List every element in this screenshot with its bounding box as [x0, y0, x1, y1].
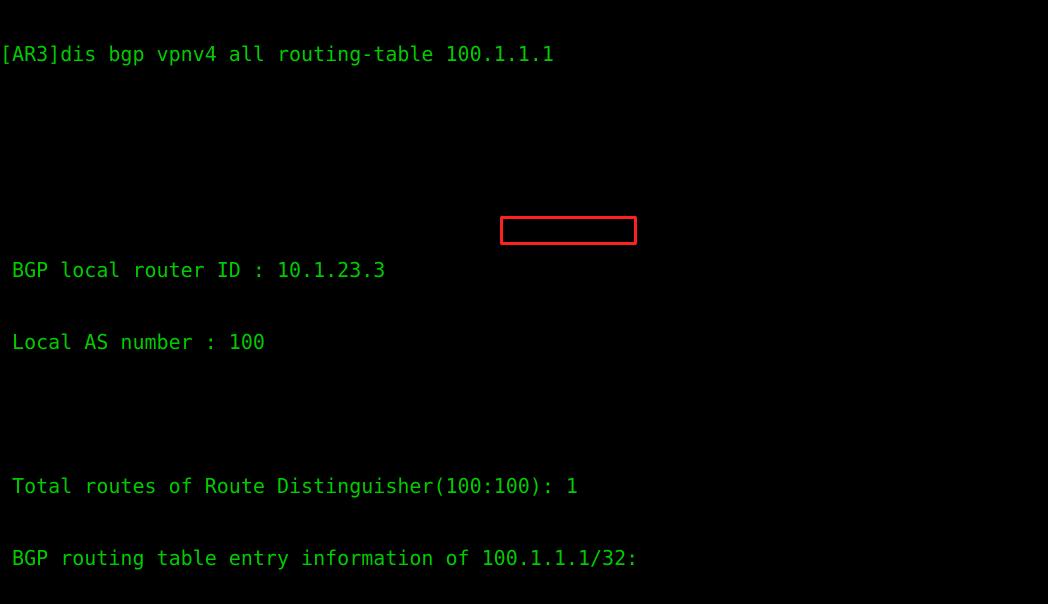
- terminal-output: [AR3]dis bgp vpnv4 all routing-table 100…: [0, 0, 1048, 604]
- terminal-line-routing-table-entry: BGP routing table entry information of 1…: [0, 546, 639, 570]
- terminal-line-command: [AR3]dis bgp vpnv4 all routing-table 100…: [0, 42, 554, 66]
- terminal-line-total-routes: Total routes of Route Distinguisher(100:…: [0, 474, 578, 498]
- terminal-line-bgp-local-router-id: BGP local router ID : 10.1.23.3: [0, 258, 386, 282]
- terminal-window[interactable]: [AR3]dis bgp vpnv4 all routing-table 100…: [0, 0, 1048, 604]
- terminal-line-local-as-number: Local AS number : 100: [0, 330, 265, 354]
